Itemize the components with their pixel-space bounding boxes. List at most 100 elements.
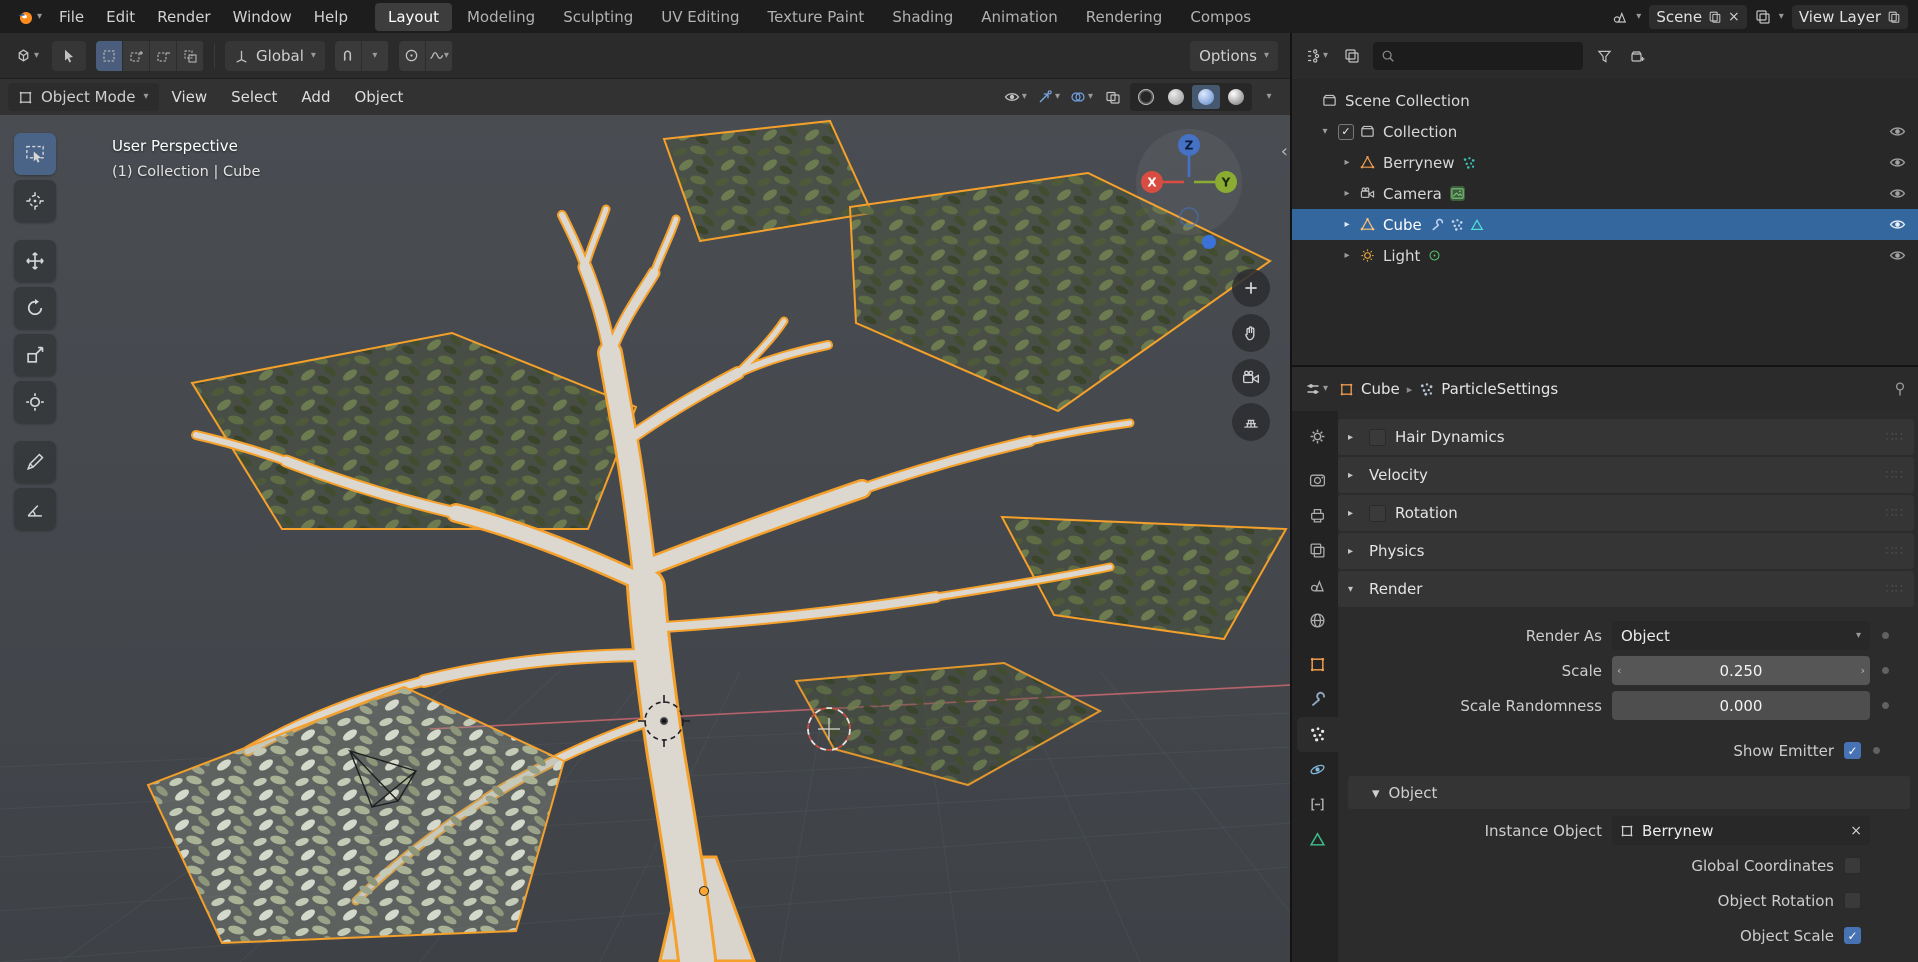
scene-selector[interactable]: Scene × — [1649, 5, 1746, 29]
outliner-row-collection[interactable]: ▾ ✓ Collection — [1292, 116, 1918, 147]
menu-file[interactable]: File — [48, 4, 95, 30]
overlays-dropdown[interactable]: ▾ — [1067, 84, 1096, 110]
tab-output[interactable] — [1297, 498, 1338, 533]
slider-right-arrow-icon[interactable]: › — [1861, 664, 1865, 677]
viewport-menu-view[interactable]: View — [161, 84, 219, 110]
properties-editor-type-button[interactable]: ▾ — [1302, 376, 1331, 402]
tool-move[interactable] — [14, 240, 56, 282]
view-layer-browse-icon[interactable] — [1755, 9, 1771, 25]
outliner-row-cube[interactable]: ▸ Cube — [1292, 209, 1918, 240]
filter-button[interactable] — [1591, 43, 1617, 69]
expand-arrow-icon[interactable]: ▸ — [1340, 157, 1354, 168]
select-mode-new-button[interactable] — [96, 41, 123, 71]
menu-window[interactable]: Window — [222, 4, 303, 30]
breadcrumb-object[interactable]: Cube — [1361, 380, 1400, 398]
viewport-menu-object[interactable]: Object — [343, 84, 414, 110]
view-layer-selector[interactable]: View Layer — [1792, 5, 1908, 29]
outliner-row-camera[interactable]: ▸ Camera — [1292, 178, 1918, 209]
copy-icon[interactable] — [1708, 10, 1722, 24]
navigation-gizmo[interactable]: Z X Y — [1134, 127, 1244, 237]
expand-arrow-icon[interactable]: ▾ — [1372, 784, 1380, 802]
outliner-row-berrynew[interactable]: ▸ Berrynew — [1292, 147, 1918, 178]
workspace-tab-compositing[interactable]: Compos — [1177, 3, 1264, 31]
camera-view-button[interactable] — [1232, 359, 1270, 397]
workspace-tab-animation[interactable]: Animation — [968, 3, 1070, 31]
shading-solid-button[interactable] — [1162, 85, 1190, 109]
tab-constraints[interactable] — [1297, 787, 1338, 822]
breadcrumb-data[interactable]: ParticleSettings — [1441, 380, 1558, 398]
workspace-tab-rendering[interactable]: Rendering — [1073, 3, 1176, 31]
menu-render[interactable]: Render — [146, 4, 221, 30]
render-as-dropdown[interactable]: Object ▾ — [1612, 621, 1870, 650]
tab-scene[interactable] — [1297, 568, 1338, 603]
panel-grip[interactable]: ∷∷ — [1885, 506, 1904, 521]
outliner-row-light[interactable]: ▸ Light — [1292, 240, 1918, 271]
expand-arrow-icon[interactable]: ▾ — [1348, 584, 1360, 595]
tab-object[interactable] — [1297, 647, 1338, 682]
keyframe-dot[interactable] — [1882, 632, 1889, 639]
panel-grip[interactable]: ∷∷ — [1885, 468, 1904, 483]
instance-object-field[interactable]: Berrynew × — [1612, 816, 1870, 845]
outliner-row-scene-collection[interactable]: Scene Collection — [1292, 85, 1918, 116]
gizmo-axis-x[interactable]: X — [1141, 171, 1163, 193]
panel-hair-dynamics[interactable]: ▸ Hair Dynamics ∷∷ — [1338, 419, 1914, 455]
viewport-menu-add[interactable]: Add — [290, 84, 341, 110]
workspace-tab-modeling[interactable]: Modeling — [454, 3, 548, 31]
zoom-button[interactable] — [1232, 269, 1270, 307]
panel-render[interactable]: ▾ Render ∷∷ — [1338, 571, 1914, 607]
expand-arrow-icon[interactable]: ▸ — [1340, 219, 1354, 230]
rotation-checkbox[interactable] — [1369, 505, 1386, 522]
panel-physics[interactable]: ▸ Physics ∷∷ — [1338, 533, 1914, 569]
eye-icon[interactable] — [1889, 123, 1906, 140]
outliner-display-mode-button[interactable] — [1339, 43, 1365, 69]
expand-arrow-icon[interactable]: ▸ — [1348, 508, 1360, 519]
hair-dynamics-checkbox[interactable] — [1369, 429, 1386, 446]
region-collapse-arrow[interactable]: ‹ — [1281, 141, 1288, 162]
panel-grip[interactable]: ∷∷ — [1885, 582, 1904, 597]
expand-arrow-icon[interactable]: ▸ — [1348, 432, 1360, 443]
object-visibility-dropdown[interactable]: ▾ — [1001, 84, 1030, 110]
tool-rotate[interactable] — [14, 287, 56, 329]
viewport-menu-select[interactable]: Select — [220, 84, 288, 110]
panel-grip[interactable]: ∷∷ — [1885, 430, 1904, 445]
chevron-down-icon[interactable]: ▾ — [1779, 12, 1784, 22]
menu-edit[interactable]: Edit — [95, 4, 146, 30]
chevron-down-icon[interactable]: ▾ — [1636, 12, 1641, 22]
shading-material-button[interactable] — [1192, 85, 1220, 109]
xray-toggle-button[interactable] — [1100, 84, 1126, 110]
expand-arrow-icon[interactable]: ▸ — [1348, 470, 1360, 481]
new-collection-button[interactable] — [1625, 43, 1651, 69]
select-mode-extend-button[interactable] — [123, 41, 150, 71]
outliner-editor-type-button[interactable]: ▾ — [1302, 43, 1331, 69]
expand-arrow-icon[interactable]: ▾ — [1318, 126, 1332, 137]
collection-checkbox[interactable]: ✓ — [1338, 124, 1354, 140]
tab-particles[interactable] — [1297, 717, 1338, 752]
tab-physics[interactable] — [1297, 752, 1338, 787]
workspace-tab-texture-paint[interactable]: Texture Paint — [755, 3, 878, 31]
workspace-tab-layout[interactable]: Layout — [375, 3, 452, 31]
eye-icon[interactable] — [1889, 185, 1906, 202]
keyframe-dot[interactable] — [1882, 702, 1889, 709]
scene-browse-icon[interactable] — [1612, 9, 1628, 25]
select-mode-intersect-button[interactable] — [177, 41, 204, 71]
show-emitter-checkbox[interactable]: ✓ — [1844, 742, 1861, 759]
object-scale-checkbox[interactable]: ✓ — [1844, 927, 1861, 944]
proportional-falloff-button[interactable]: ▾ — [426, 41, 453, 71]
snap-settings-button[interactable]: ▾ — [362, 41, 389, 71]
tab-tool[interactable] — [1297, 419, 1338, 454]
tool-scale[interactable] — [14, 334, 56, 376]
expand-arrow-icon[interactable]: ▸ — [1340, 250, 1354, 261]
snap-toggle-button[interactable] — [335, 41, 362, 71]
tab-modifiers[interactable] — [1297, 682, 1338, 717]
pan-hand-button[interactable] — [1232, 314, 1270, 352]
menu-help[interactable]: Help — [303, 4, 359, 30]
transform-orientation-dropdown[interactable]: Global ▾ — [225, 41, 325, 71]
search-input[interactable] — [1401, 47, 1595, 65]
eye-icon[interactable] — [1889, 154, 1906, 171]
workspace-tab-sculpting[interactable]: Sculpting — [550, 3, 646, 31]
clear-icon[interactable]: × — [1850, 823, 1862, 839]
tab-view-layer[interactable] — [1297, 533, 1338, 568]
pin-icon[interactable] — [1892, 381, 1908, 397]
shading-rendered-button[interactable] — [1222, 85, 1250, 109]
slider-left-arrow-icon[interactable]: ‹ — [1617, 664, 1621, 677]
